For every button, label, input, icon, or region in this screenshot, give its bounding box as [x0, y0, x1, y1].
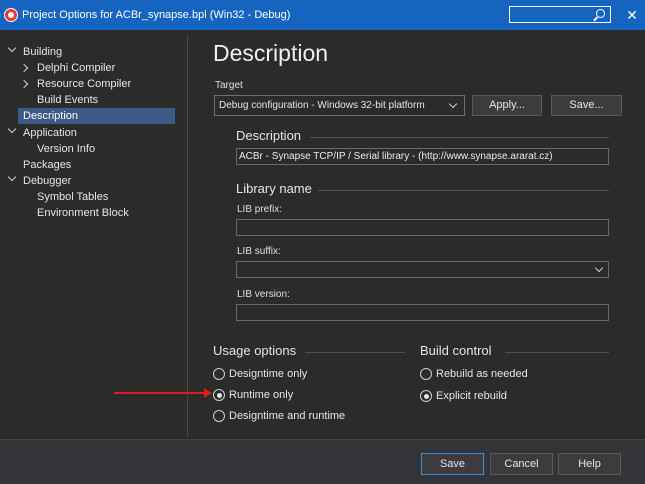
target-combo-value: Debug configuration - Windows 32-bit pla…	[219, 100, 425, 111]
page-title: Description	[213, 40, 329, 66]
group-divider	[318, 190, 609, 191]
chevron-down-icon[interactable]	[7, 43, 17, 53]
group-divider	[305, 352, 405, 353]
tree-item-build-events[interactable]: Build Events	[37, 92, 98, 108]
target-combo[interactable]: Debug configuration - Windows 32-bit pla…	[214, 95, 465, 116]
red-arrow-annotation	[114, 388, 212, 398]
radio-label: Designtime and runtime	[229, 410, 346, 422]
radio-explicit-rebuild[interactable]: Explicit rebuild	[420, 389, 507, 405]
group-divider	[310, 137, 609, 138]
description-field[interactable]: ACBr - Synapse TCP/IP / Serial library -…	[236, 148, 609, 165]
lib-prefix-label: LIB prefix:	[237, 204, 283, 215]
chevron-down-icon[interactable]	[7, 172, 17, 182]
tree-item-delphi-compiler[interactable]: Delphi Compiler	[37, 60, 115, 76]
chevron-right-icon[interactable]	[19, 79, 29, 89]
help-button[interactable]: Help	[558, 453, 621, 475]
lib-suffix-combo[interactable]	[236, 261, 609, 278]
usage-group-title: Usage options	[213, 343, 297, 358]
save-button[interactable]: Save	[421, 453, 484, 475]
options-tree: Building Delphi Compiler Resource Compil…	[0, 30, 187, 439]
delphi-app-icon	[4, 8, 18, 22]
apply-button[interactable]: Apply...	[472, 95, 542, 116]
chevron-right-icon[interactable]	[19, 63, 29, 73]
tree-item-symbol-tables[interactable]: Symbol Tables	[37, 189, 108, 205]
tree-item-resource-compiler[interactable]: Resource Compiler	[37, 76, 131, 92]
radio-circle[interactable]	[213, 368, 225, 380]
chevron-down-icon[interactable]	[7, 124, 17, 134]
description-group-title: Description	[236, 128, 302, 143]
radio-circle[interactable]	[213, 410, 225, 422]
cancel-button[interactable]: Cancel	[490, 453, 553, 475]
lib-suffix-label: LIB suffix:	[237, 246, 281, 257]
radio-designtime-only[interactable]: Designtime only	[213, 367, 307, 383]
lib-version-field[interactable]	[236, 304, 609, 321]
radio-circle-checked[interactable]	[213, 389, 225, 401]
tree-item-building[interactable]: Building	[23, 44, 62, 60]
radio-rebuild-as-needed[interactable]: Rebuild as needed	[420, 367, 528, 383]
build-group-title: Build control	[420, 343, 492, 358]
save-dots-button[interactable]: Save...	[551, 95, 622, 116]
search-icon[interactable]	[596, 9, 605, 18]
lib-prefix-field[interactable]	[236, 219, 609, 236]
tree-item-version-info[interactable]: Version Info	[37, 141, 95, 157]
tree-item-environment-block[interactable]: Environment Block	[37, 205, 129, 221]
radio-label: Runtime only	[229, 389, 294, 401]
title-search-box[interactable]	[509, 6, 611, 23]
radio-label: Rebuild as needed	[436, 368, 528, 380]
lib-version-label: LIB version:	[237, 289, 290, 300]
tree-item-debugger[interactable]: Debugger	[23, 173, 71, 189]
radio-label: Designtime only	[229, 368, 308, 380]
title-bar: Project Options for ACBr_synapse.bpl (Wi…	[0, 0, 645, 30]
tree-item-application[interactable]: Application	[23, 125, 77, 141]
radio-circle[interactable]	[420, 368, 432, 380]
group-divider	[505, 352, 609, 353]
radio-circle-checked[interactable]	[420, 390, 432, 402]
library-group-title: Library name	[236, 181, 312, 196]
tree-item-packages[interactable]: Packages	[23, 157, 71, 173]
target-label: Target	[215, 80, 243, 91]
chevron-down-icon[interactable]	[448, 99, 458, 109]
window-title: Project Options for ACBr_synapse.bpl (Wi…	[22, 9, 291, 21]
chevron-down-icon[interactable]	[594, 263, 604, 273]
dialog-footer: Save Cancel Help	[0, 439, 645, 484]
radio-designtime-and-runtime[interactable]: Designtime and runtime	[213, 409, 345, 425]
panel-divider	[187, 34, 188, 437]
close-icon[interactable]: ✕	[623, 6, 641, 24]
radio-label: Explicit rebuild	[436, 390, 507, 402]
tree-item-description[interactable]: Description	[18, 108, 175, 124]
radio-runtime-only[interactable]: Runtime only	[213, 388, 293, 404]
